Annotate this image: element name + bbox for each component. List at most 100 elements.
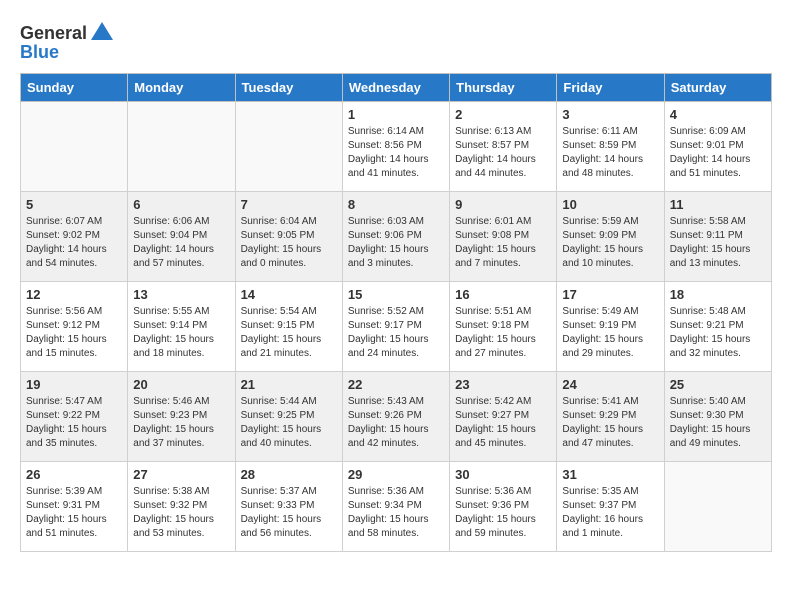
day-number: 2 bbox=[455, 107, 551, 122]
day-info-line: and 56 minutes. bbox=[241, 527, 337, 541]
calendar-cell: 23Sunrise: 5:42 AMSunset: 9:27 PMDayligh… bbox=[450, 372, 557, 462]
day-info-line: Sunset: 9:02 PM bbox=[26, 229, 122, 243]
day-info-line: Sunset: 8:56 PM bbox=[348, 139, 444, 153]
day-info-line: Sunset: 9:05 PM bbox=[241, 229, 337, 243]
calendar-cell: 25Sunrise: 5:40 AMSunset: 9:30 PMDayligh… bbox=[664, 372, 771, 462]
calendar-cell bbox=[235, 102, 342, 192]
calendar-cell: 31Sunrise: 5:35 AMSunset: 9:37 PMDayligh… bbox=[557, 462, 664, 552]
day-info-line: Daylight: 15 hours bbox=[348, 333, 444, 347]
day-info-line: Sunrise: 5:43 AM bbox=[348, 395, 444, 409]
day-info-line: Sunset: 9:04 PM bbox=[133, 229, 229, 243]
day-info-line: Daylight: 14 hours bbox=[455, 153, 551, 167]
calendar-cell: 3 Sunrise: 6:11 AMSunset: 8:59 PMDaylight… bbox=[557, 102, 664, 192]
day-number: 21 bbox=[241, 377, 337, 392]
header-wednesday: Wednesday bbox=[342, 74, 449, 102]
day-info-line: Daylight: 15 hours bbox=[241, 243, 337, 257]
day-number: 4 bbox=[670, 107, 766, 122]
day-info-line: Sunrise: 5:59 AM bbox=[562, 215, 658, 229]
calendar-cell: 11Sunrise: 5:58 AMSunset: 9:11 PMDayligh… bbox=[664, 192, 771, 282]
day-info-line: Sunset: 9:08 PM bbox=[455, 229, 551, 243]
logo-blue-text: Blue bbox=[20, 42, 59, 63]
day-info-line: Daylight: 15 hours bbox=[670, 333, 766, 347]
day-info-line: Sunset: 9:36 PM bbox=[455, 499, 551, 513]
calendar-cell: 15Sunrise: 5:52 AMSunset: 9:17 PMDayligh… bbox=[342, 282, 449, 372]
day-info-line: Sunrise: 5:51 AM bbox=[455, 305, 551, 319]
day-info-line: Sunrise: 5:48 AM bbox=[670, 305, 766, 319]
day-info-line: and 58 minutes. bbox=[348, 527, 444, 541]
day-header-row: SundayMondayTuesdayWednesdayThursdayFrid… bbox=[21, 74, 772, 102]
day-info-line: Daylight: 15 hours bbox=[26, 513, 122, 527]
day-number: 24 bbox=[562, 377, 658, 392]
day-info-line: Daylight: 15 hours bbox=[348, 243, 444, 257]
logo: General Blue bbox=[20, 20, 115, 63]
day-info-line: Sunset: 9:26 PM bbox=[348, 409, 444, 423]
day-info-line: Sunrise: 5:55 AM bbox=[133, 305, 229, 319]
day-info-line: Sunset: 8:59 PM bbox=[562, 139, 658, 153]
day-number: 9 bbox=[455, 197, 551, 212]
day-info-line: Sunset: 9:01 PM bbox=[670, 139, 766, 153]
day-number: 22 bbox=[348, 377, 444, 392]
day-number: 25 bbox=[670, 377, 766, 392]
day-info-line: and 15 minutes. bbox=[26, 347, 122, 361]
day-info-line: and 3 minutes. bbox=[348, 257, 444, 271]
day-info-line: and 40 minutes. bbox=[241, 437, 337, 451]
day-number: 19 bbox=[26, 377, 122, 392]
day-info-line: Sunrise: 5:39 AM bbox=[26, 485, 122, 499]
day-info-line: Daylight: 14 hours bbox=[26, 243, 122, 257]
day-info-line: Daylight: 15 hours bbox=[133, 333, 229, 347]
day-info-line: and 41 minutes. bbox=[348, 167, 444, 181]
day-info-line: and 44 minutes. bbox=[455, 167, 551, 181]
day-info-line: Sunset: 9:11 PM bbox=[670, 229, 766, 243]
day-info-line: Sunrise: 6:01 AM bbox=[455, 215, 551, 229]
day-info-line: and 47 minutes. bbox=[562, 437, 658, 451]
calendar-cell: 17Sunrise: 5:49 AMSunset: 9:19 PMDayligh… bbox=[557, 282, 664, 372]
calendar-cell: 7Sunrise: 6:04 AMSunset: 9:05 PMDaylight… bbox=[235, 192, 342, 282]
day-info-line: Sunrise: 6:11 AM bbox=[562, 125, 658, 139]
day-info-line: Sunset: 9:37 PM bbox=[562, 499, 658, 513]
day-info-line: Daylight: 15 hours bbox=[455, 423, 551, 437]
day-info-line: Sunrise: 5:38 AM bbox=[133, 485, 229, 499]
day-info-line: Sunset: 9:25 PM bbox=[241, 409, 337, 423]
day-info-line: Daylight: 15 hours bbox=[562, 333, 658, 347]
day-info-line: Sunrise: 5:54 AM bbox=[241, 305, 337, 319]
calendar-cell: 14Sunrise: 5:54 AMSunset: 9:15 PMDayligh… bbox=[235, 282, 342, 372]
day-number: 13 bbox=[133, 287, 229, 302]
day-info-line: and 29 minutes. bbox=[562, 347, 658, 361]
day-info-line: Daylight: 15 hours bbox=[455, 513, 551, 527]
calendar-cell: 21Sunrise: 5:44 AMSunset: 9:25 PMDayligh… bbox=[235, 372, 342, 462]
day-info-line: and 13 minutes. bbox=[670, 257, 766, 271]
day-info-line: Sunrise: 5:52 AM bbox=[348, 305, 444, 319]
day-info-line: Sunrise: 6:13 AM bbox=[455, 125, 551, 139]
day-info-line: Daylight: 15 hours bbox=[562, 423, 658, 437]
day-info-line: and 24 minutes. bbox=[348, 347, 444, 361]
day-info-line: and 32 minutes. bbox=[670, 347, 766, 361]
day-info-line: Daylight: 15 hours bbox=[348, 423, 444, 437]
day-info-line: Sunrise: 5:35 AM bbox=[562, 485, 658, 499]
header-sunday: Sunday bbox=[21, 74, 128, 102]
week-row-2: 5Sunrise: 6:07 AMSunset: 9:02 PMDaylight… bbox=[21, 192, 772, 282]
day-info-line: Daylight: 15 hours bbox=[26, 423, 122, 437]
day-info-line: Daylight: 15 hours bbox=[241, 513, 337, 527]
day-info-line: Daylight: 16 hours bbox=[562, 513, 658, 527]
day-info-line: Sunset: 8:57 PM bbox=[455, 139, 551, 153]
day-info-line: and 35 minutes. bbox=[26, 437, 122, 451]
day-number: 15 bbox=[348, 287, 444, 302]
calendar-cell: 18Sunrise: 5:48 AMSunset: 9:21 PMDayligh… bbox=[664, 282, 771, 372]
day-info-line: and 21 minutes. bbox=[241, 347, 337, 361]
day-info-line: Sunset: 9:06 PM bbox=[348, 229, 444, 243]
day-number: 16 bbox=[455, 287, 551, 302]
calendar-cell: 19Sunrise: 5:47 AMSunset: 9:22 PMDayligh… bbox=[21, 372, 128, 462]
day-number: 27 bbox=[133, 467, 229, 482]
calendar-cell: 6Sunrise: 6:06 AMSunset: 9:04 PMDaylight… bbox=[128, 192, 235, 282]
day-info-line: Sunrise: 5:37 AM bbox=[241, 485, 337, 499]
day-info-line: Daylight: 14 hours bbox=[562, 153, 658, 167]
calendar-cell: 9Sunrise: 6:01 AMSunset: 9:08 PMDaylight… bbox=[450, 192, 557, 282]
day-number: 3 bbox=[562, 107, 658, 122]
header-monday: Monday bbox=[128, 74, 235, 102]
day-number: 5 bbox=[26, 197, 122, 212]
day-number: 18 bbox=[670, 287, 766, 302]
day-info-line: and 48 minutes. bbox=[562, 167, 658, 181]
day-info-line: and 53 minutes. bbox=[133, 527, 229, 541]
day-info-line: and 27 minutes. bbox=[455, 347, 551, 361]
day-info-line: Daylight: 15 hours bbox=[455, 333, 551, 347]
